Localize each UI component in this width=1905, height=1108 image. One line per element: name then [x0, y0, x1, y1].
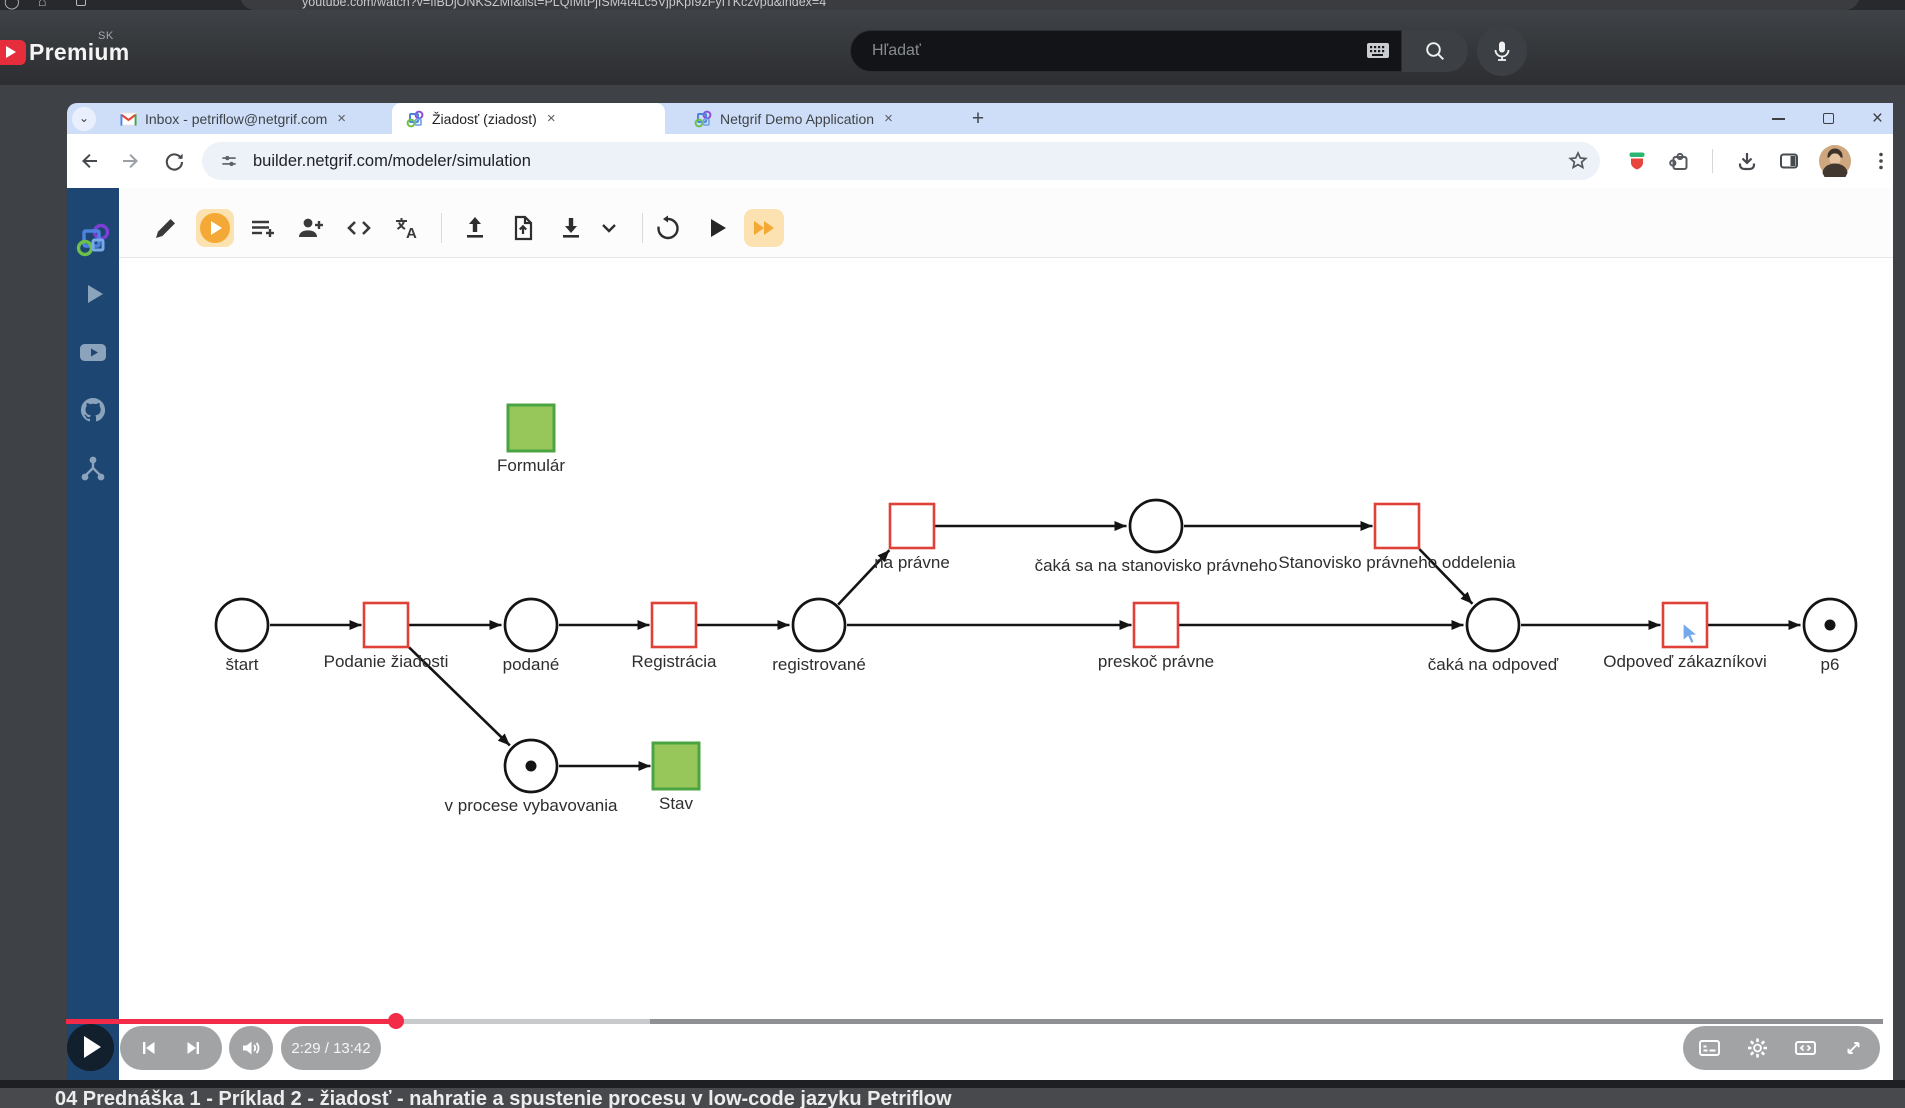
tab-close-icon[interactable]: ×: [337, 110, 346, 127]
downloads-icon[interactable]: [1735, 149, 1759, 173]
simulation-mode-icon[interactable]: [200, 213, 230, 243]
app-sidebar: [67, 188, 119, 1080]
tab-close-icon[interactable]: ×: [884, 110, 893, 127]
toolbar-divider: [441, 213, 442, 243]
embed-icon[interactable]: [1793, 1036, 1818, 1060]
tab-netgrif-demo[interactable]: Netgrif Demo Application ×: [680, 103, 948, 134]
search-bar[interactable]: [850, 30, 1402, 72]
app-main: A: [119, 188, 1905, 1080]
search-input[interactable]: [851, 42, 1367, 60]
netgrif-icon: [406, 110, 424, 127]
minimize-icon[interactable]: [1771, 117, 1785, 120]
fast-forward-icon[interactable]: [750, 214, 778, 242]
youtube-logo-icon[interactable]: [0, 40, 26, 65]
outer-home-icon[interactable]: ⌂: [38, 0, 46, 9]
site-info-icon[interactable]: [219, 151, 239, 171]
forward-icon[interactable]: [119, 149, 143, 173]
progress-buffered[interactable]: [395, 1019, 650, 1024]
translate-icon[interactable]: A: [393, 214, 421, 242]
gmail-icon: [120, 111, 137, 126]
reset-icon[interactable]: [654, 214, 682, 242]
code-icon[interactable]: [345, 214, 373, 242]
settings-gear-icon[interactable]: [1745, 1036, 1770, 1060]
netgrif-logo[interactable]: [76, 223, 110, 257]
fire-transition-icon[interactable]: [703, 214, 731, 242]
tab-title: Žiadosť (ziadost): [432, 110, 537, 127]
adblock-extension-icon[interactable]: [1625, 149, 1649, 173]
extensions-puzzle-icon[interactable]: [1668, 149, 1692, 173]
search-button[interactable]: [1402, 30, 1468, 72]
play-icon[interactable]: [78, 279, 108, 309]
tab-search-button[interactable]: ⌄: [72, 107, 96, 131]
youtube-icon[interactable]: [78, 337, 108, 367]
player-time: 2:29 / 13:42: [281, 1026, 381, 1070]
outer-url-field[interactable]: youtube.com/watch?v=fiBDjONKSZMf&list=PL…: [240, 0, 1860, 10]
modeler-toolbar: A: [119, 188, 1905, 258]
window-controls: ×: [1771, 103, 1883, 134]
tab-title: Netgrif Demo Application: [720, 110, 875, 127]
tab-ziadost[interactable]: Žiadosť (ziadost) ×: [392, 103, 665, 134]
svg-text:A: A: [406, 225, 417, 242]
menu-dots-icon[interactable]: [1869, 149, 1893, 173]
url-text[interactable]: builder.netgrif.com/modeler/simulation: [253, 152, 531, 171]
next-icon[interactable]: [182, 1036, 206, 1060]
toolbar-divider: [1712, 149, 1713, 173]
progress-scrubber[interactable]: [388, 1013, 404, 1029]
browser-toolbar: builder.netgrif.com/modeler/simulation: [67, 134, 1905, 188]
recorded-chrome-window: ⌄ Inbox - petriflow@netgrif.com × Žiados…: [67, 103, 1905, 1080]
previous-icon[interactable]: [136, 1036, 160, 1060]
video-bottom-edge: [0, 1080, 1905, 1088]
back-icon[interactable]: [77, 149, 101, 173]
video-title: 04 Prednáška 1 - Príklad 2 - žiadosť - n…: [0, 1088, 1905, 1108]
player-prev-next: [120, 1026, 222, 1070]
new-tab-button[interactable]: +: [965, 106, 991, 132]
github-icon[interactable]: [78, 395, 108, 425]
tab-title: Inbox - petriflow@netgrif.com: [145, 110, 328, 127]
fullscreen-icon[interactable]: [1841, 1036, 1866, 1060]
upload-icon[interactable]: [461, 214, 489, 242]
process-tree-icon[interactable]: [78, 453, 108, 483]
screenshot-root: ◯ ⌂ youtube.com/watch?v=fiBDjONKSZMf&lis…: [0, 0, 1905, 1108]
toolbar-divider: [642, 213, 643, 243]
outer-tabs-icon[interactable]: [76, 0, 86, 6]
tab-close-icon[interactable]: ×: [547, 110, 556, 127]
edit-pencil-icon[interactable]: [152, 214, 180, 242]
tab-strip: ⌄ Inbox - petriflow@netgrif.com × Žiados…: [67, 103, 1905, 134]
player-play-button[interactable]: [67, 1024, 114, 1071]
player-right-controls: [1683, 1026, 1880, 1070]
profile-avatar[interactable]: [1819, 145, 1851, 177]
mic-icon: [1494, 41, 1510, 61]
mic-button[interactable]: [1477, 26, 1527, 76]
video-frame[interactable]: ⌄ Inbox - petriflow@netgrif.com × Žiados…: [0, 85, 1905, 1080]
import-file-icon[interactable]: [509, 214, 537, 242]
player-volume[interactable]: [229, 1026, 273, 1070]
mouse-cursor-icon: [1682, 622, 1700, 645]
expand-more-icon[interactable]: [597, 214, 621, 242]
outer-circle-icon[interactable]: ◯: [4, 0, 20, 10]
youtube-premium-wordmark[interactable]: Premium: [29, 39, 130, 66]
download-icon[interactable]: [557, 214, 585, 242]
reload-icon[interactable]: [162, 149, 186, 173]
subtitles-icon[interactable]: [1697, 1036, 1722, 1060]
person-add-icon[interactable]: [296, 214, 324, 242]
netgrif-icon: [694, 110, 712, 127]
keyboard-icon[interactable]: [1367, 43, 1389, 59]
volume-icon: [243, 1041, 260, 1055]
outer-browser-urlbar: ◯ ⌂ youtube.com/watch?v=fiBDjONKSZMf&lis…: [0, 0, 1905, 10]
progress-remaining[interactable]: [650, 1019, 1883, 1024]
youtube-masthead: Premium SK: [0, 10, 1905, 85]
region-code: SK: [98, 30, 114, 42]
progress-played[interactable]: [66, 1019, 395, 1024]
bookmark-star-icon[interactable]: [1566, 149, 1590, 173]
tab-gmail[interactable]: Inbox - petriflow@netgrif.com ×: [108, 103, 375, 134]
address-bar[interactable]: builder.netgrif.com/modeler/simulation: [202, 142, 1600, 180]
search-icon: [1426, 42, 1444, 60]
side-panel-icon[interactable]: [1777, 149, 1801, 173]
close-icon[interactable]: ×: [1872, 109, 1883, 128]
maximize-icon[interactable]: [1822, 113, 1834, 124]
video-right-edge: [1893, 85, 1905, 1080]
playlist-add-icon[interactable]: [249, 214, 277, 242]
